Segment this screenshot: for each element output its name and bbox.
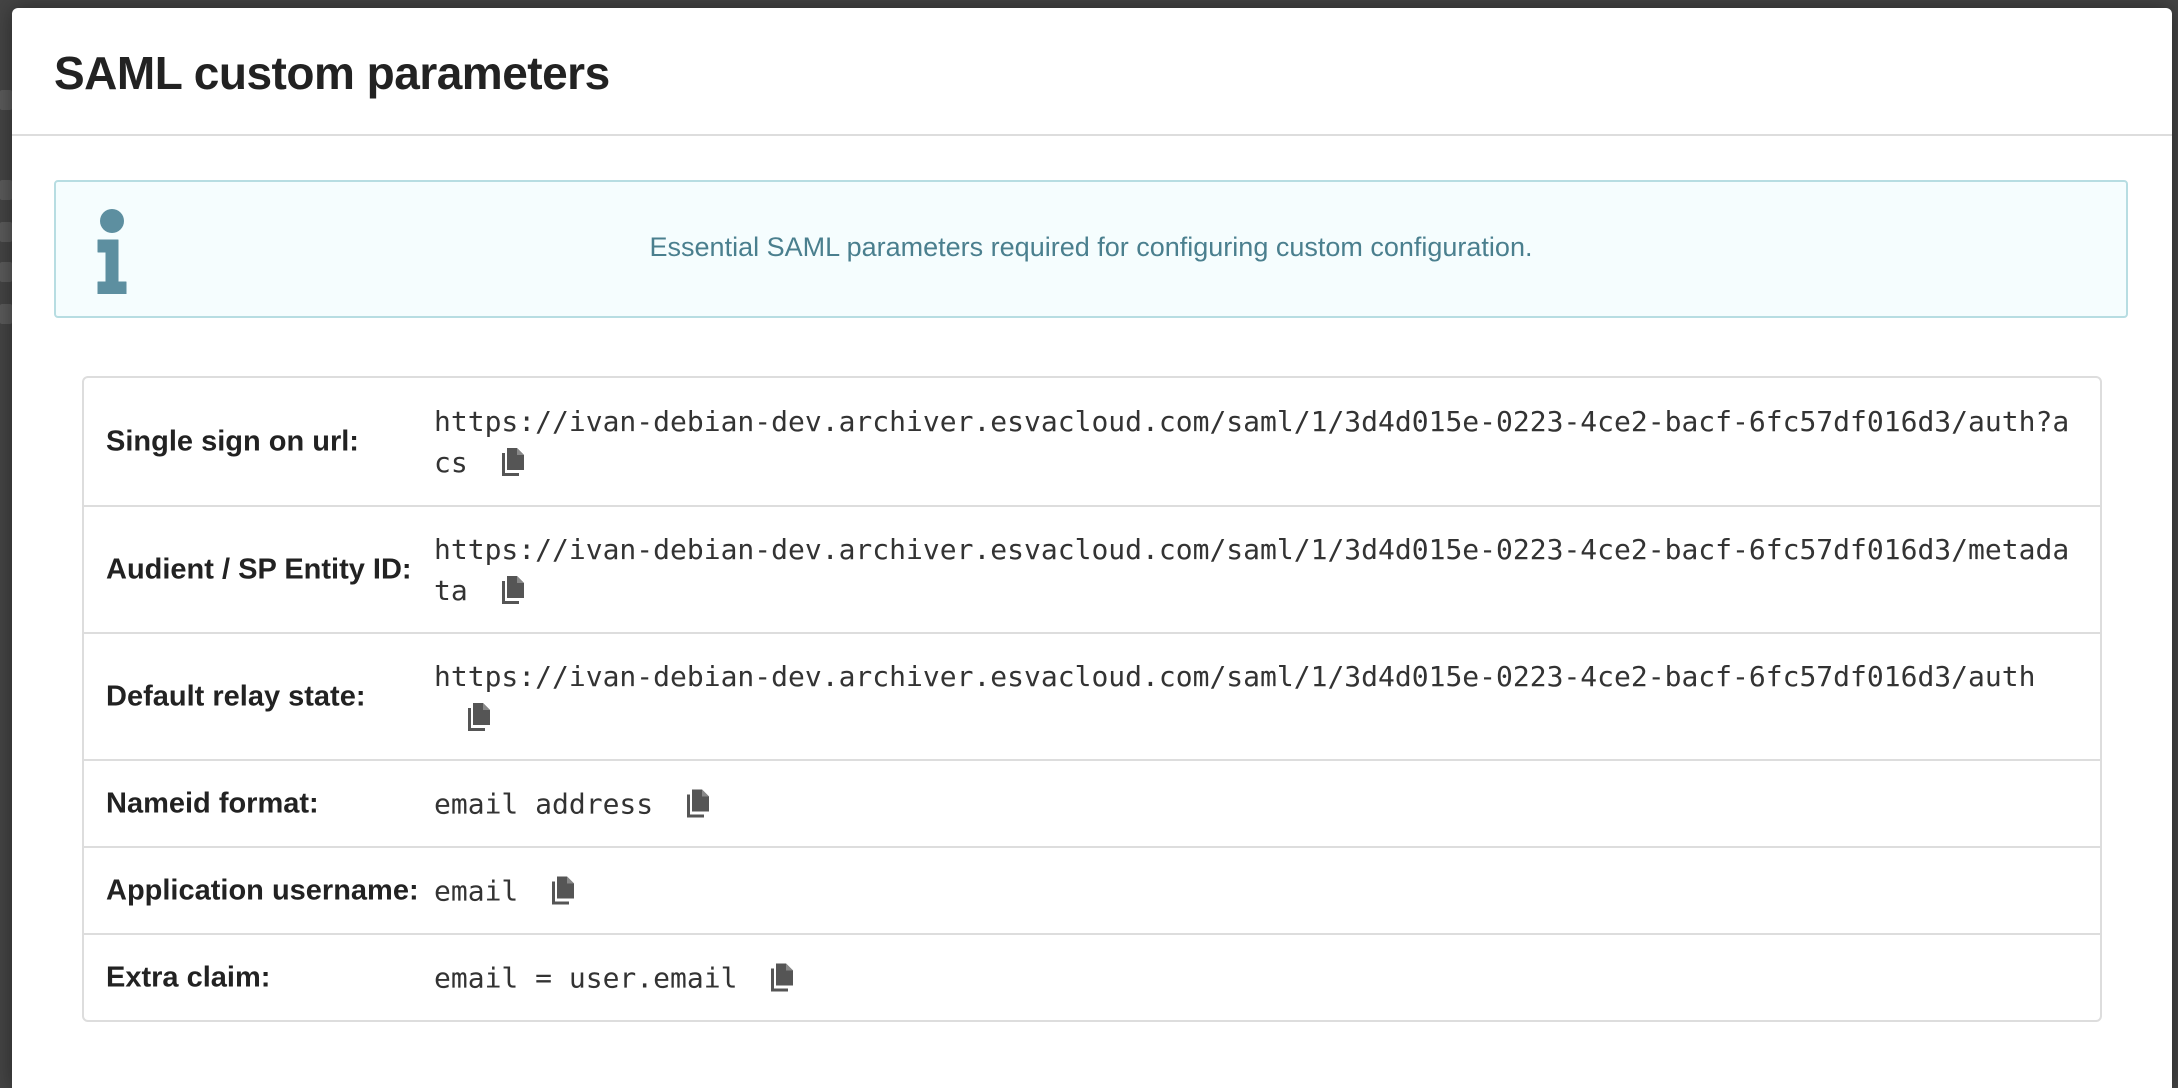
copy-icon[interactable]: [548, 875, 576, 905]
param-value-text[interactable]: https://ivan-debian-dev.archiver.esvaclo…: [434, 533, 2069, 607]
copy-icon[interactable]: [767, 962, 795, 992]
param-value: email = user.email: [434, 957, 2079, 998]
param-row-extra-claim: Extra claim: email = user.email: [84, 933, 2100, 1020]
param-row-nameid-format: Nameid format: email address: [84, 759, 2100, 846]
param-value: https://ivan-debian-dev.archiver.esvaclo…: [434, 401, 2079, 483]
param-value-text[interactable]: email address: [434, 787, 653, 820]
copy-icon[interactable]: [464, 702, 492, 732]
param-value: email: [434, 870, 2079, 911]
param-label: Application username:: [106, 874, 419, 906]
saml-parameters-modal: SAML custom parameters Essential SAML pa…: [12, 8, 2172, 1088]
background-text-fragment: [0, 222, 12, 242]
param-row-single-sign-on-url: Single sign on url: https://ivan-debian-…: [84, 378, 2100, 505]
copy-icon[interactable]: [683, 788, 711, 818]
param-value-text[interactable]: email = user.email: [434, 961, 737, 994]
background-text-fragment: [0, 90, 12, 110]
copy-icon[interactable]: [498, 447, 526, 477]
param-label: Audient / SP Entity ID:: [106, 553, 412, 585]
param-label: Single sign on url:: [106, 425, 359, 457]
param-row-sp-entity-id: Audient / SP Entity ID: https://ivan-deb…: [84, 505, 2100, 632]
param-value: https://ivan-debian-dev.archiver.esvaclo…: [434, 529, 2079, 611]
modal-title: SAML custom parameters: [54, 47, 610, 99]
param-value-text[interactable]: email: [434, 874, 518, 907]
param-value: email address: [434, 783, 2079, 824]
saml-params-table: Single sign on url: https://ivan-debian-…: [82, 376, 2102, 1022]
param-label: Extra claim:: [106, 961, 271, 993]
background-text-fragment: [0, 180, 12, 200]
param-value: https://ivan-debian-dev.archiver.esvaclo…: [434, 656, 2079, 738]
param-label: Nameid format:: [106, 787, 319, 819]
background-text-fragment: [0, 262, 12, 282]
info-alert-text: Essential SAML parameters required for c…: [649, 232, 1533, 262]
param-label: Default relay state:: [106, 680, 366, 712]
modal-header: SAML custom parameters: [12, 8, 2172, 136]
copy-icon[interactable]: [498, 575, 526, 605]
background-text-fragment: [0, 304, 12, 324]
param-value-text[interactable]: https://ivan-debian-dev.archiver.esvaclo…: [434, 660, 2035, 693]
info-alert: Essential SAML parameters required for c…: [54, 180, 2128, 318]
param-row-default-relay-state: Default relay state: https://ivan-debian…: [84, 632, 2100, 759]
param-row-application-username: Application username: email: [84, 846, 2100, 933]
param-value-text[interactable]: https://ivan-debian-dev.archiver.esvaclo…: [434, 405, 2069, 479]
